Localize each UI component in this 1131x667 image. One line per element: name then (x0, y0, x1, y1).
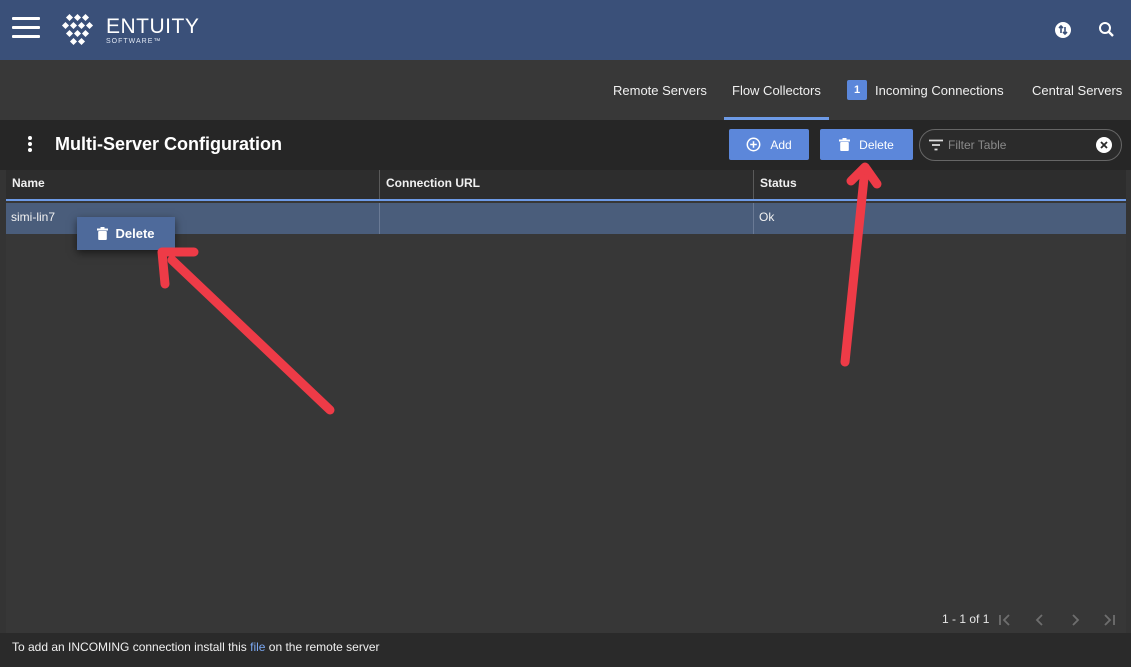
filter-table-input[interactable] (948, 138, 1088, 152)
context-menu-delete[interactable]: Delete (77, 217, 175, 250)
cell-status: Ok (753, 203, 1126, 234)
tab-label: Incoming Connections (875, 82, 1004, 98)
filter-table-field (919, 129, 1122, 161)
top-header: ENTUITY SOFTWARE™ (0, 0, 1131, 60)
count-badge: 1 (847, 80, 867, 100)
tab-flow-collectors[interactable]: Flow Collectors (724, 60, 829, 120)
footer-text-after: on the remote server (265, 640, 380, 654)
delete-button-label: Delete (859, 137, 894, 152)
tab-label: Flow Collectors (732, 82, 821, 98)
previous-page-icon[interactable] (1032, 612, 1048, 628)
entuity-logo-icon (61, 13, 94, 46)
menu-icon[interactable] (12, 17, 40, 39)
add-button[interactable]: Add (729, 129, 809, 160)
table-header: Name Connection URL Status (6, 170, 1126, 201)
trash-icon (839, 138, 851, 151)
add-button-label: Add (770, 137, 792, 152)
sync-icon[interactable] (1052, 19, 1074, 41)
footer-message: To add an INCOMING connection install th… (12, 640, 380, 654)
trash-icon (97, 227, 109, 240)
next-page-icon[interactable] (1067, 612, 1083, 628)
logo-subtitle: SOFTWARE™ (106, 37, 162, 45)
delete-button[interactable]: Delete (820, 129, 913, 160)
cell-connection-url (379, 203, 753, 234)
cell-name: simi-lin7 (11, 210, 56, 224)
column-header-connection-url[interactable]: Connection URL (379, 170, 753, 199)
page-title: Multi-Server Configuration (55, 134, 283, 154)
filter-icon (929, 139, 943, 151)
logo-wordmark: ENTUITY (106, 14, 200, 38)
pagination-label: 1 - 1 of 1 (942, 612, 990, 626)
tab-remote-servers[interactable]: Remote Servers (613, 60, 707, 120)
column-header-status[interactable]: Status (753, 170, 1126, 199)
add-circle-icon (746, 137, 761, 152)
first-page-icon[interactable] (997, 612, 1013, 628)
file-download-link[interactable]: file (250, 640, 265, 654)
search-icon[interactable] (1096, 19, 1118, 41)
tab-label: Remote Servers (613, 82, 707, 98)
clear-icon[interactable] (1095, 136, 1113, 154)
last-page-icon[interactable] (1101, 612, 1117, 628)
context-menu-delete-label: Delete (115, 226, 155, 241)
tab-central-servers[interactable]: Central Servers (1032, 60, 1122, 120)
tab-strip: Remote Servers Flow Collectors 1 Incomin… (0, 60, 1131, 120)
column-header-name[interactable]: Name (6, 170, 379, 199)
tab-label: Central Servers (1032, 82, 1123, 98)
more-options-icon[interactable] (28, 136, 34, 154)
tab-incoming-connections[interactable]: 1 Incoming Connections (847, 60, 1004, 120)
entuity-logo: ENTUITY SOFTWARE™ (58, 12, 199, 48)
footer-text-before: To add an INCOMING connection install th… (12, 640, 251, 654)
app-window: ENTUITY SOFTWARE™ Remote Servers Flow Co… (0, 0, 1131, 667)
